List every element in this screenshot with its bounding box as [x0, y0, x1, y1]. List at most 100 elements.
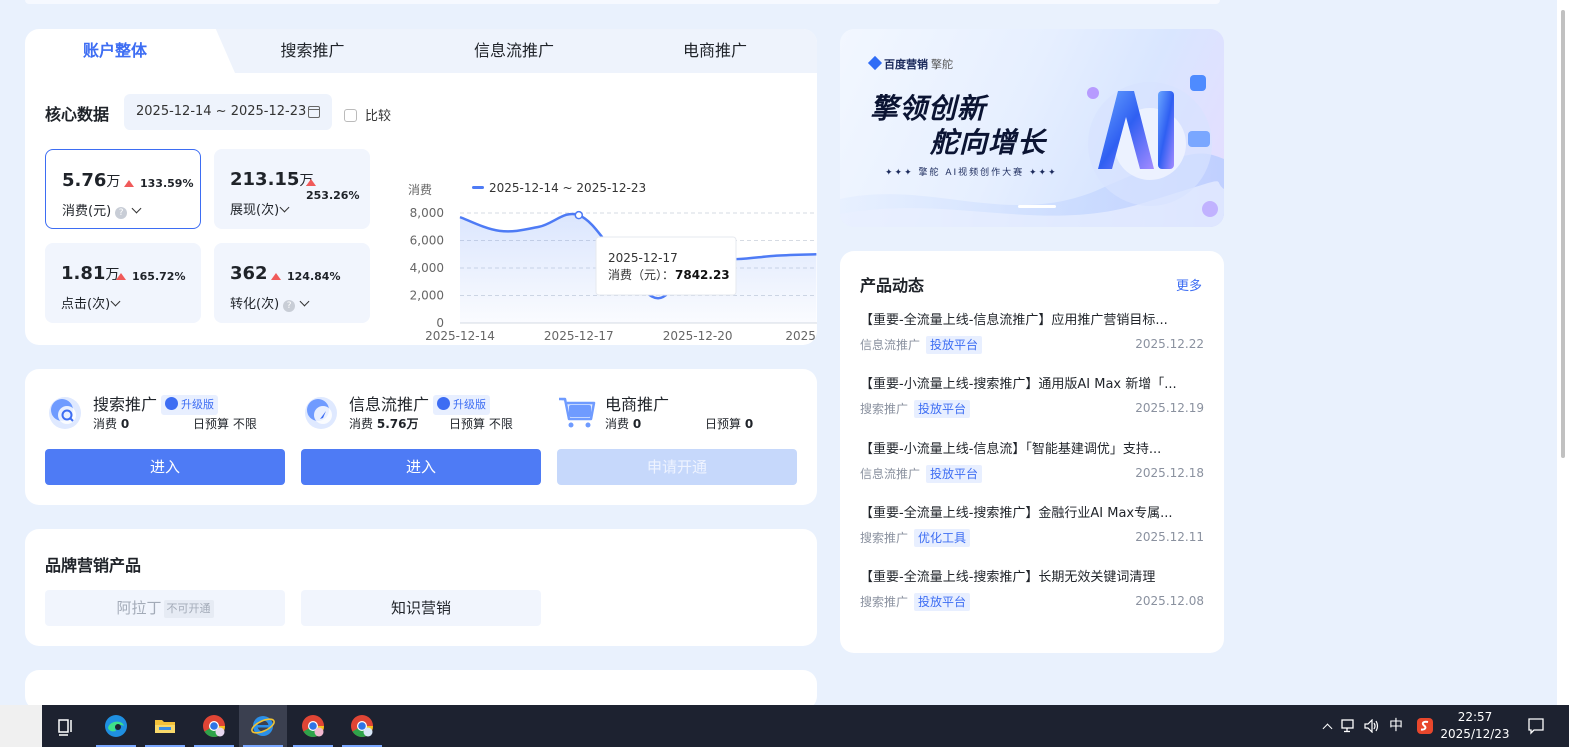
news-item-title[interactable]: 【重要-全流量上线-搜索推广】金融行业AI Max专属...: [860, 502, 1195, 521]
budget-value: 0: [744, 417, 754, 431]
metric-number: 1.81: [61, 263, 106, 284]
ime-indicator[interactable]: 中: [1389, 705, 1403, 747]
news-tag: 投放平台: [914, 593, 971, 611]
enter-search-button[interactable]: 进入: [45, 449, 285, 485]
system-clock[interactable]: 22:57 2025/12/23: [1440, 709, 1510, 743]
news-source: 搜索推广: [860, 531, 909, 545]
tooltip-label: 消费（元）：: [608, 268, 674, 282]
tab-ecommerce[interactable]: 电商推广: [637, 29, 793, 73]
metric-label-text: 展现(次): [230, 203, 280, 218]
tab-feed[interactable]: 信息流推广: [435, 29, 593, 73]
product-budget: 日预算 不限: [449, 415, 513, 432]
spend-value: 0: [120, 417, 130, 431]
metric-spend[interactable]: 5.76万 133.59% 消费(元)?: [45, 149, 201, 229]
metric-label-text: 点击(次): [61, 297, 111, 312]
metric-value: 5.76万: [62, 170, 120, 191]
news-date: 2025.12.18: [1135, 466, 1204, 480]
news-item-meta: 搜索推广 优化工具 2025.12.11: [860, 529, 1204, 549]
news-item[interactable]: 【重要-全流量上线-搜索推广】长期无效关键词清理 搜索推广 投放平台 2025.12…: [860, 566, 1204, 613]
enter-feed-button[interactable]: 进入: [301, 449, 541, 485]
metric-label: 消费(元)?: [62, 200, 142, 219]
highlight-point: [574, 210, 584, 220]
budget-value: 不限: [488, 417, 513, 431]
product-name: 搜索推广 升级版: [93, 391, 219, 415]
metric-number: 213.15: [230, 169, 300, 190]
product-budget: 日预算 不限: [193, 415, 257, 432]
notification-icon[interactable]: [1527, 717, 1545, 735]
y-tick-label: 0: [436, 316, 444, 330]
taskbar-chrome-3[interactable]: [338, 705, 386, 747]
news-item-title[interactable]: 【重要-全流量上线-搜索推广】长期无效关键词清理: [860, 566, 1195, 585]
help-icon[interactable]: ?: [283, 300, 296, 312]
product-news-card: 产品动态 更多 【重要-全流量上线-信息流推广】应用推广营销目标... 信息流推…: [840, 251, 1224, 653]
news-item-title[interactable]: 【重要-小流量上线-信息流】「智能基建调优」支持...: [860, 438, 1195, 457]
taskbar-ie[interactable]: [239, 705, 287, 747]
show-desktop-strip[interactable]: [0, 705, 42, 747]
chevron-down-icon[interactable]: [131, 203, 142, 214]
arrow-up-icon: [116, 273, 126, 280]
news-item-meta: 信息流推广 投放平台 2025.12.22: [860, 336, 1204, 356]
carousel-indicator[interactable]: [1018, 205, 1056, 208]
help-icon[interactable]: ?: [115, 207, 128, 219]
product-spend: 消费 5.76万: [349, 415, 418, 432]
brand-item-knowledge[interactable]: 知识营销: [301, 590, 541, 626]
news-source: 信息流推广: [860, 467, 921, 481]
spend-value: 5.76万: [376, 417, 419, 431]
taskbar-explorer[interactable]: [141, 705, 189, 747]
checkbox-icon: [344, 109, 357, 122]
apply-ecommerce-button[interactable]: 申请开通: [557, 449, 797, 485]
x-tick-label: 2025-12-20: [663, 329, 733, 343]
scrollbar-thumb[interactable]: [1561, 10, 1565, 458]
upgrade-badge: 升级版: [161, 395, 219, 415]
news-item[interactable]: 【重要-全流量上线-信息流推广】应用推广营销目标... 信息流推广 投放平台 202…: [860, 309, 1204, 356]
chevron-down-icon[interactable]: [299, 296, 310, 307]
brand-item-aladdin[interactable]: 阿拉丁 不可开通: [45, 590, 285, 626]
taskbar-chrome-2[interactable]: [289, 705, 337, 747]
compare-checkbox[interactable]: 比较: [344, 105, 391, 124]
network-icon[interactable]: [1341, 719, 1357, 733]
budget-label: 日预算: [449, 417, 486, 431]
metric-value: 213.15万: [230, 169, 313, 190]
page-scrollbar[interactable]: [1557, 0, 1569, 705]
news-source: 搜索推广: [860, 595, 909, 609]
y-axis-label: 消费: [408, 183, 432, 197]
budget-value: 不限: [232, 417, 257, 431]
promo-banner[interactable]: 百度营销 擎舵 擎领创新 舵向增长 ✦✦✦ 擎舵 AI视频创作大赛 ✦✦✦: [840, 29, 1224, 227]
metric-conversions[interactable]: 362 124.84% 转化(次)?: [214, 243, 370, 323]
arrow-up-icon: [124, 180, 134, 187]
news-item-title[interactable]: 【重要-小流量上线-搜索推广】通用版AI Max 新增「...: [860, 373, 1195, 392]
news-date: 2025.12.19: [1135, 401, 1204, 415]
date-range-picker[interactable]: 2025-12-14 ~ 2025-12-23: [124, 94, 332, 130]
logo-text: 百度营销: [884, 58, 928, 71]
banner-headline-2: 舵向增长: [930, 126, 1047, 159]
y-tick-label: 4,000: [410, 261, 444, 275]
product-spend: 消费 0: [605, 415, 641, 432]
metric-value: 362: [230, 263, 268, 284]
product-name-text: 搜索推广: [93, 395, 158, 414]
news-item[interactable]: 【重要-小流量上线-信息流】「智能基建调优」支持... 信息流推广 投放平台 202…: [860, 438, 1204, 485]
taskbar-chrome-1[interactable]: [190, 705, 238, 747]
spend-line-chart[interactable]: 消费 2025-12-14 ~ 2025-12-23 0 2,000 4,000 6,00…: [382, 147, 817, 345]
news-tag: 投放平台: [926, 465, 983, 483]
tab-account-overall[interactable]: 账户整体: [25, 29, 205, 73]
news-item-title[interactable]: 【重要-全流量上线-信息流推广】应用推广营销目标...: [860, 309, 1195, 328]
tab-search[interactable]: 搜索推广: [235, 29, 390, 73]
metric-label-text: 转化(次): [230, 297, 280, 312]
news-item[interactable]: 【重要-全流量上线-搜索推广】金融行业AI Max专属... 搜索推广 优化工具 2…: [860, 502, 1204, 549]
tray-overflow[interactable]: [1318, 705, 1333, 747]
sogou-ime-icon[interactable]: [1416, 717, 1434, 735]
chevron-up-icon: [1322, 723, 1333, 734]
news-more-link[interactable]: 更多: [1176, 275, 1202, 294]
news-item-meta: 搜索推广 投放平台 2025.12.08: [860, 593, 1204, 613]
metric-change-value: 133.59%: [140, 177, 194, 190]
chevron-down-icon[interactable]: [279, 202, 290, 213]
task-view-button[interactable]: [42, 705, 90, 747]
metric-impressions[interactable]: 213.15万 253.26% 展现(次): [214, 149, 370, 229]
metric-clicks[interactable]: 1.81万 165.72% 点击(次): [45, 243, 201, 323]
volume-icon[interactable]: [1364, 719, 1380, 733]
metric-change-value: 124.84%: [287, 270, 341, 283]
chevron-down-icon[interactable]: [110, 296, 121, 307]
x-tick-label: 2025-12-2: [785, 329, 817, 343]
taskbar-edge[interactable]: [92, 705, 140, 747]
news-item[interactable]: 【重要-小流量上线-搜索推广】通用版AI Max 新增「... 搜索推广 投放平台…: [860, 373, 1204, 420]
